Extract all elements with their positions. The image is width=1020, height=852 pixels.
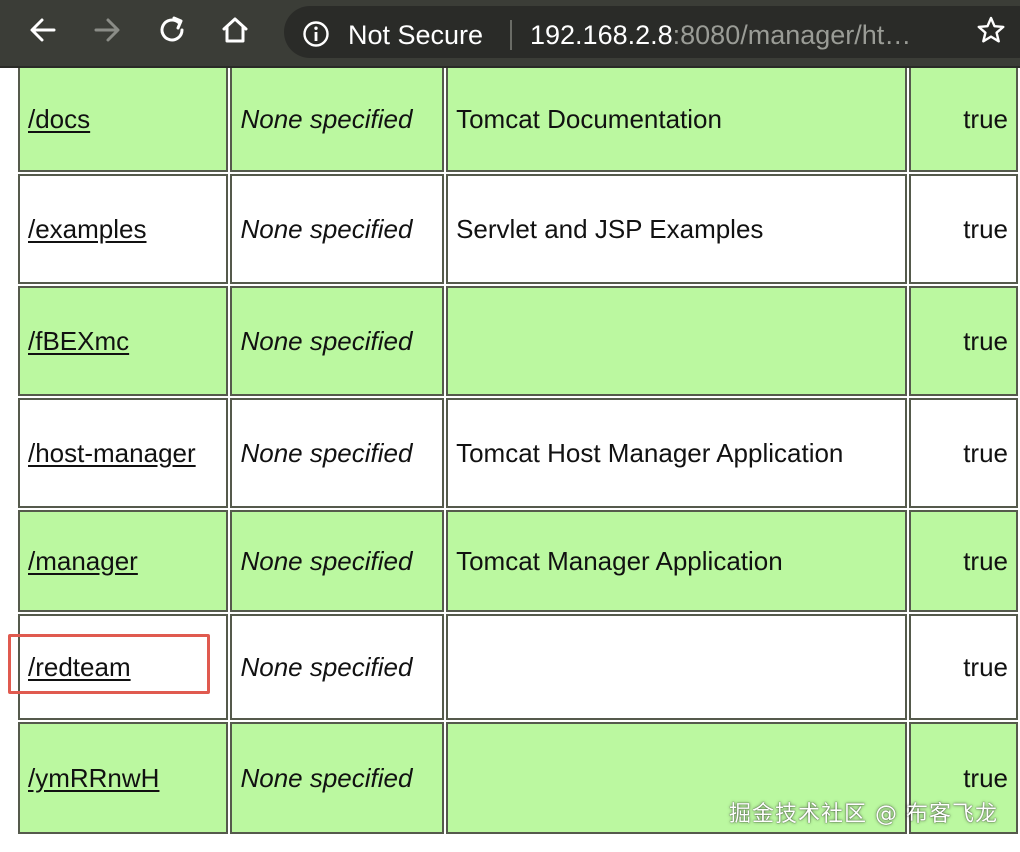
reload-button[interactable]	[155, 13, 189, 47]
annotation-highlight-box	[8, 634, 210, 694]
home-icon	[222, 17, 248, 43]
version-cell: None specified	[230, 614, 445, 720]
app-path-link[interactable]: /host-manager	[28, 438, 196, 468]
running-cell: true	[909, 614, 1018, 720]
path-cell: /docs	[18, 68, 229, 172]
app-row: /examples None specified Servlet and JSP E…	[18, 174, 1018, 284]
browser-toolbar: Not Secure 192.168.2.8:8080/manager/ht…	[0, 0, 1020, 68]
running-cell: true	[909, 286, 1018, 396]
address-bar[interactable]: Not Secure 192.168.2.8:8080/manager/ht…	[284, 6, 1020, 58]
applications-table: /docs None specified Tomcat Documentation t…	[16, 68, 1020, 836]
back-button[interactable]	[26, 13, 60, 47]
display-name-cell: Tomcat Documentation	[446, 68, 908, 172]
version-cell: None specified	[230, 68, 445, 172]
omnibox-divider	[510, 20, 512, 50]
arrow-left-icon	[30, 18, 56, 42]
version-cell: None specified	[230, 286, 445, 396]
running-cell: true	[909, 398, 1018, 508]
url-host: 192.168.2.8	[530, 20, 673, 50]
app-row: /host-manager None specified Tomcat Host M…	[18, 398, 1018, 508]
running-cell: true	[909, 510, 1018, 612]
path-cell: /examples	[18, 174, 229, 284]
url-path: :8080/manager/ht…	[672, 20, 912, 50]
app-row: /fBEXmc None specified true	[18, 286, 1018, 396]
security-label[interactable]: Not Secure	[348, 20, 483, 50]
url-text[interactable]: 192.168.2.8:8080/manager/ht…	[530, 20, 911, 50]
display-name-cell: Tomcat Manager Application	[446, 510, 908, 612]
running-cell: true	[909, 174, 1018, 284]
version-cell: None specified	[230, 510, 445, 612]
version-cell: None specified	[230, 722, 445, 834]
version-cell: None specified	[230, 174, 445, 284]
display-name-cell	[446, 286, 908, 396]
running-cell: true	[909, 68, 1018, 172]
app-path-link[interactable]: /ymRRnwH	[28, 763, 159, 793]
version-cell: None specified	[230, 398, 445, 508]
display-name-cell	[446, 614, 908, 720]
app-path-link[interactable]: /docs	[28, 104, 90, 134]
bookmark-star-button[interactable]	[974, 13, 1008, 47]
display-name-cell: Tomcat Host Manager Application	[446, 398, 908, 508]
app-path-link[interactable]: /manager	[28, 546, 138, 576]
watermark: 掘金技术社区 @ 布客飞龙	[729, 802, 998, 827]
path-cell: /host-manager	[18, 398, 229, 508]
app-path-link[interactable]: /fBEXmc	[28, 326, 129, 356]
app-row: /docs None specified Tomcat Documentation t…	[18, 68, 1018, 172]
path-cell: /fBEXmc	[18, 286, 229, 396]
path-cell: /manager	[18, 510, 229, 612]
info-icon	[303, 21, 329, 47]
display-name-cell: Servlet and JSP Examples	[446, 174, 908, 284]
app-row: /manager None specified Tomcat Manager App…	[18, 510, 1018, 612]
forward-button[interactable]	[90, 13, 124, 47]
app-path-link[interactable]: /examples	[28, 214, 147, 244]
arrow-right-icon	[94, 18, 120, 42]
path-cell: /ymRRnwH	[18, 722, 229, 834]
reload-icon	[160, 16, 184, 42]
page-content: /docs None specified Tomcat Documentation t…	[0, 68, 1020, 852]
home-button[interactable]	[218, 13, 252, 47]
star-icon	[977, 16, 1005, 43]
